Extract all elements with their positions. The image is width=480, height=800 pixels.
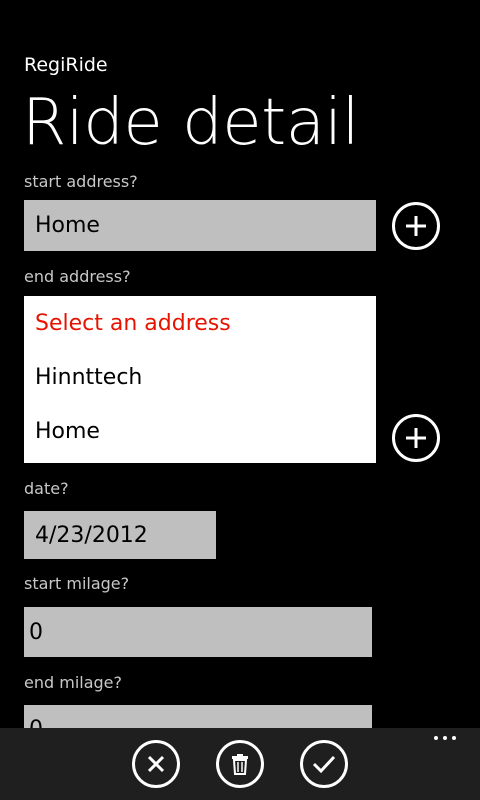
page-title: Ride detail [22, 86, 359, 160]
end-address-listpicker[interactable]: Select an address Hinnttech Home [24, 296, 376, 463]
start-address-picker[interactable]: Home [24, 200, 376, 251]
more-options-button[interactable] [434, 736, 456, 740]
delete-button[interactable] [216, 740, 264, 788]
application-bar [0, 728, 480, 800]
ellipsis-icon [434, 736, 438, 740]
close-icon [147, 755, 165, 773]
date-label: date? [24, 479, 69, 498]
trash-icon [232, 754, 248, 775]
plus-circle-icon [406, 428, 426, 448]
start-milage-value: 0 [29, 619, 43, 645]
date-value: 4/23/2012 [35, 522, 148, 548]
listpicker-item-select-address[interactable]: Select an address [35, 310, 231, 338]
start-milage-input[interactable]: 0 [24, 607, 372, 657]
start-address-label: start address? [24, 172, 138, 191]
date-picker[interactable]: 4/23/2012 [24, 511, 216, 559]
add-end-address-button[interactable] [392, 414, 440, 462]
plus-circle-icon [406, 216, 426, 236]
start-milage-label: start milage? [24, 574, 130, 593]
end-milage-label: end milage? [24, 673, 122, 692]
save-button[interactable] [300, 740, 348, 788]
start-address-value: Home [35, 213, 100, 238]
add-start-address-button[interactable] [392, 202, 440, 250]
end-address-label: end address? [24, 267, 131, 286]
listpicker-item-hinnttech[interactable]: Hinnttech [35, 364, 142, 392]
app-title: RegiRide [24, 54, 108, 76]
cancel-button[interactable] [132, 740, 180, 788]
check-icon [312, 755, 336, 774]
listpicker-item-home[interactable]: Home [35, 418, 100, 446]
